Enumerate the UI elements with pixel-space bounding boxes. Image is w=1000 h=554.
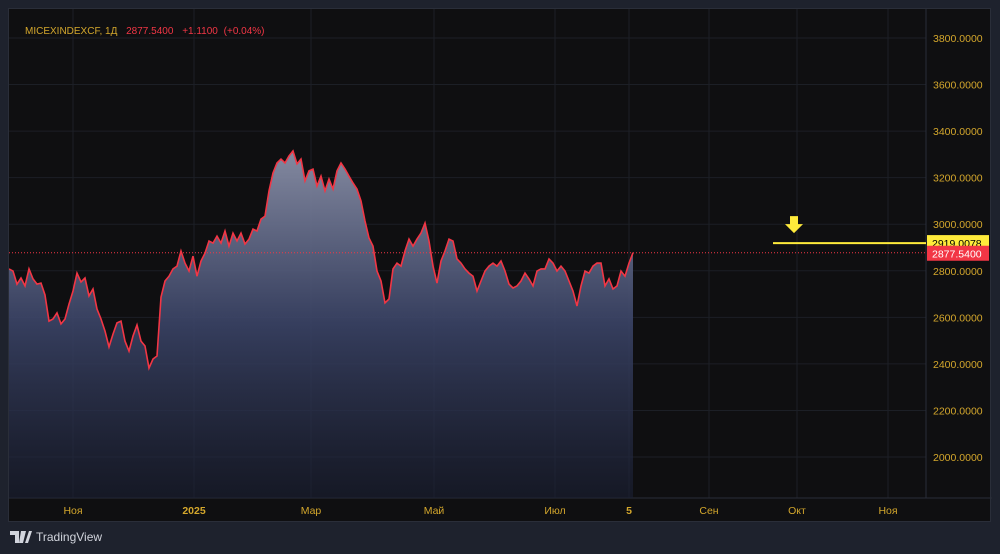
y-tick-label: 2600.0000 (933, 312, 983, 324)
y-tick-label: 3400.0000 (933, 126, 983, 138)
x-tick-label: Ноя (878, 505, 897, 517)
x-tick-label: Мар (301, 505, 322, 517)
symbol-legend: MICEXINDEXCF, 1Д 2877.5400 +1.1100 (+0.0… (25, 26, 265, 37)
chart-panel[interactable]: 2919.0078 2877.5400 3800.0000 3600.0000 340… (8, 8, 992, 523)
y-tick-label: 2200.0000 (933, 405, 983, 417)
brand-name: TradingView (36, 530, 103, 544)
x-tick-label: Ноя (63, 505, 82, 517)
y-tick-label: 3600.0000 (933, 80, 983, 92)
tradingview-logo[interactable]: TradingView (10, 530, 102, 544)
x-tick-label: Май (424, 505, 445, 517)
x-tick-label: Окт (788, 505, 806, 517)
last-price: 2877.5400 (126, 26, 174, 37)
alert-arrow-icon (785, 216, 803, 234)
tradingview-logo-icon (10, 531, 32, 543)
price-change-pct: (+0.04%) (223, 26, 265, 37)
x-tick-label: Июл (544, 505, 565, 517)
last-price-badge-label: 2877.5400 (932, 249, 982, 261)
x-tick-label: 5 (626, 505, 632, 517)
y-tick-label: 3200.0000 (933, 173, 983, 185)
price-change: +1.1100 (182, 26, 218, 37)
y-tick-label: 2800.0000 (933, 266, 983, 278)
symbol-name[interactable]: MICEXINDEXCF, 1Д (25, 26, 117, 37)
y-tick-label: 3000.0000 (933, 219, 983, 231)
y-tick-label: 2000.0000 (933, 452, 983, 464)
x-tick-label: 2025 (182, 505, 206, 517)
y-tick-label: 2400.0000 (933, 359, 983, 371)
price-chart[interactable]: 2919.00782877.5400 3800.00003600.0000340… (9, 9, 992, 523)
y-tick-label: 3800.0000 (933, 33, 983, 45)
x-tick-label: Сен (699, 505, 718, 517)
